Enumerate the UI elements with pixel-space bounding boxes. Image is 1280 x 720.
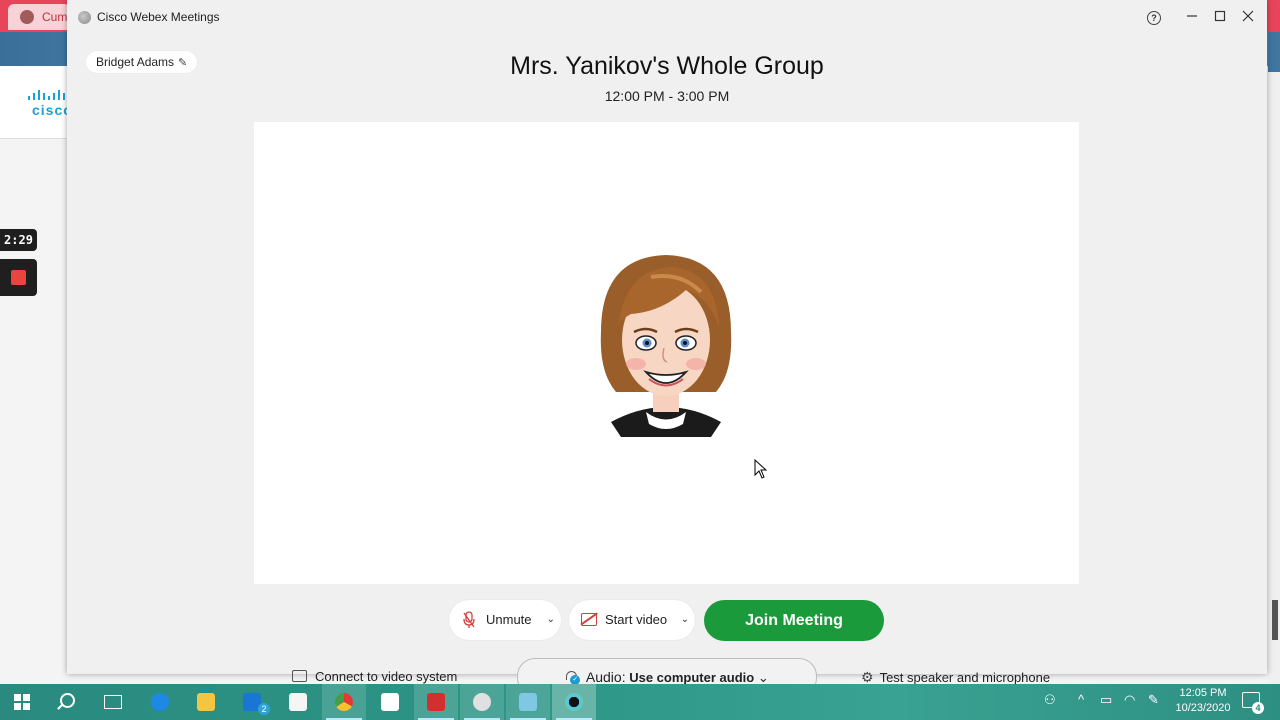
unmute-button[interactable]: Unmute ⌄ <box>449 600 561 640</box>
cisco-logo-icon <box>28 90 66 100</box>
clock-time: 12:05 PM <box>1179 687 1227 699</box>
window-title: Cisco Webex Meetings <box>97 10 220 24</box>
tab-favicon-icon <box>20 10 34 24</box>
taskbar-notepad[interactable] <box>506 684 550 720</box>
sticky-notes-icon <box>381 693 399 711</box>
taskbar-edge[interactable] <box>138 684 182 720</box>
stop-recording-button[interactable] <box>0 259 37 296</box>
close-button[interactable] <box>1237 6 1259 28</box>
video-options-chevron-icon[interactable]: ⌄ <box>681 600 689 640</box>
title-bar[interactable]: Cisco Webex Meetings ? <box>67 0 1267 33</box>
help-icon: ? <box>1147 11 1161 26</box>
webex-icon <box>565 693 583 711</box>
headset-icon <box>565 670 581 685</box>
unmute-label: Unmute <box>486 612 532 627</box>
close-icon <box>1242 10 1254 22</box>
meeting-time: 12:00 PM - 3:00 PM <box>604 88 730 104</box>
people-icon[interactable]: ⚇ <box>1044 692 1056 708</box>
maximize-icon <box>1214 10 1226 22</box>
taskbar-acrobat[interactable] <box>414 684 458 720</box>
video-off-icon <box>581 613 597 626</box>
start-video-button[interactable]: Start video ⌄ <box>569 600 695 640</box>
connect-video-system-button[interactable]: Connect to video system <box>292 669 457 684</box>
search-button[interactable] <box>46 684 90 720</box>
battery-icon[interactable]: ▭ <box>1100 692 1112 708</box>
file-explorer-icon <box>197 693 215 711</box>
chrome-icon <box>335 693 353 711</box>
taskbar-camera-app[interactable] <box>460 684 504 720</box>
mail-badge: 2 <box>258 703 270 715</box>
test-label: Test speaker and microphone <box>879 670 1051 685</box>
clock-date: 10/23/2020 <box>1175 702 1231 714</box>
help-button[interactable]: ? <box>1143 6 1165 28</box>
taskbar-sticky-notes[interactable] <box>368 684 412 720</box>
taskbar-chrome[interactable] <box>322 684 366 720</box>
taskbar-mail[interactable] <box>230 684 274 720</box>
recording-timer: 2:29 <box>0 229 37 251</box>
pen-icon[interactable]: ✎ <box>1148 692 1159 708</box>
search-icon <box>60 693 75 708</box>
task-view-button[interactable] <box>90 684 134 720</box>
audio-value: Use computer audio <box>629 670 755 685</box>
edge-icon <box>151 693 169 711</box>
audio-prefix: Audio: <box>585 669 626 685</box>
task-view-icon <box>104 695 122 709</box>
join-controls: Unmute ⌄ Start video ⌄ Join Meeting <box>67 600 1267 642</box>
camera-app-icon <box>473 693 491 711</box>
windows-taskbar <box>0 684 1280 720</box>
browser-tab[interactable]: Cuml <box>8 4 70 30</box>
notepad-icon <box>519 693 537 711</box>
start-button[interactable] <box>0 684 44 720</box>
mouse-cursor-icon <box>754 459 768 479</box>
muted-microphone-icon <box>463 611 475 628</box>
chevron-down-icon: ⌄ <box>757 670 769 685</box>
acrobat-icon <box>427 693 445 711</box>
bitmoji-avatar <box>600 255 732 437</box>
unmute-options-chevron-icon[interactable]: ⌄ <box>547 600 555 640</box>
scrollbar-thumb[interactable] <box>1272 600 1278 640</box>
notification-count: 4 <box>1252 702 1264 714</box>
browser-tab-label: Cuml <box>42 10 71 24</box>
taskbar-store[interactable] <box>276 684 320 720</box>
maximize-button[interactable] <box>1209 6 1231 28</box>
minimize-icon <box>1187 15 1197 17</box>
system-clock[interactable]: 12:05 PM 10/23/2020 <box>1168 686 1238 716</box>
taskbar-file-explorer[interactable] <box>184 684 228 720</box>
webex-window: Cisco Webex Meetings ? Bridget Adams ✎ Mr… <box>67 0 1267 696</box>
connect-label: Connect to video system <box>315 669 458 684</box>
gear-icon: ⚙ <box>861 669 874 685</box>
meeting-title: Mrs. Yanikov's Whole Group <box>510 52 824 80</box>
windows-start-icon <box>14 694 30 710</box>
browser-scrollbar[interactable] <box>1268 32 1280 684</box>
start-video-label: Start video <box>605 612 668 627</box>
wifi-icon[interactable]: ◠ <box>1124 692 1135 708</box>
cast-icon <box>292 670 307 682</box>
taskbar-webex[interactable] <box>552 684 596 720</box>
store-icon <box>289 693 307 711</box>
scrollbar-top-cap <box>1268 32 1280 72</box>
chevron-up-icon[interactable]: ^ <box>1078 692 1084 707</box>
webex-app-icon <box>78 11 91 24</box>
video-preview: Connect to video system Audio: Use compu… <box>254 122 1079 696</box>
minimize-button[interactable] <box>1181 6 1203 28</box>
join-meeting-button[interactable]: Join Meeting <box>704 600 884 641</box>
stop-icon <box>11 270 26 285</box>
